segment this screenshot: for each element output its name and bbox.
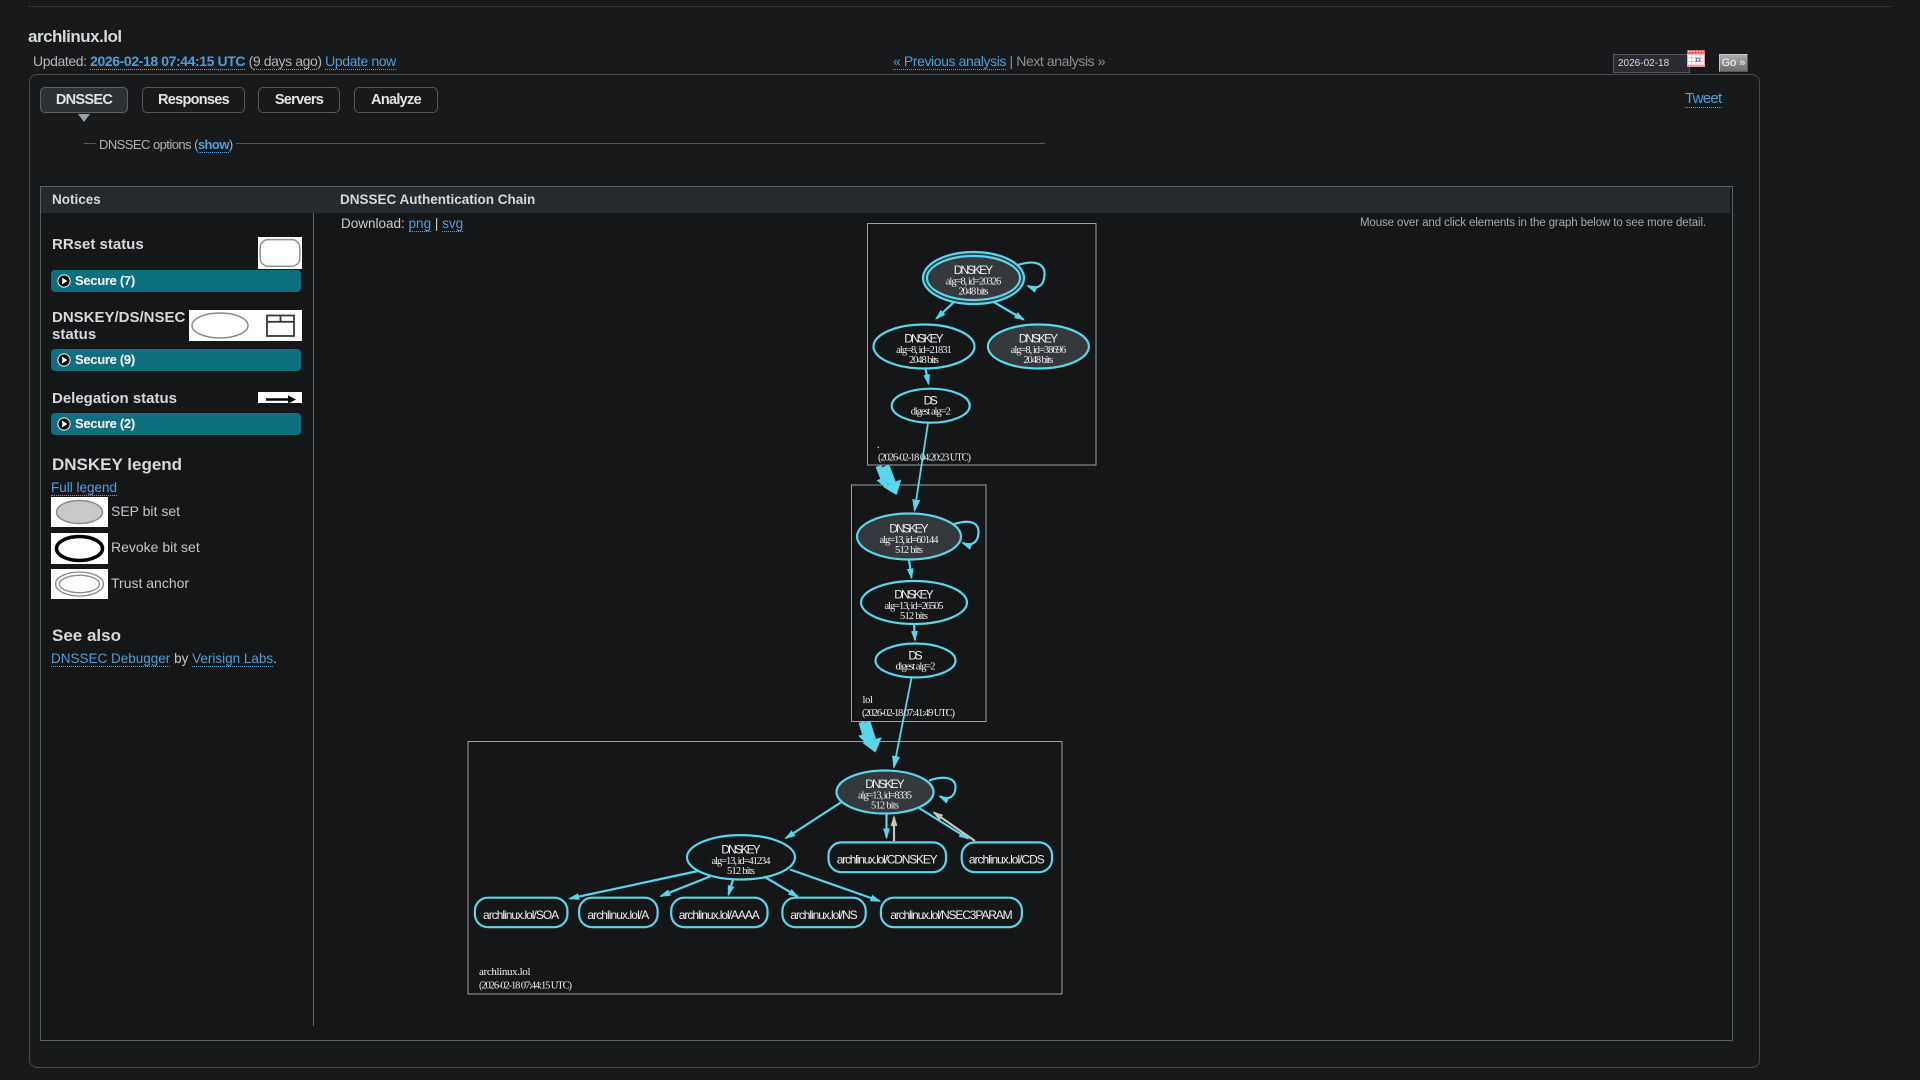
svg-text:lol: lol (863, 695, 874, 706)
svg-text:digest alg=2: digest alg=2 (911, 407, 951, 418)
svg-text:DNSKEY: DNSKEY (721, 842, 760, 856)
svg-text:archlinux.lol/AAAA: archlinux.lol/AAAA (679, 908, 760, 922)
svg-text:DNSKEY: DNSKEY (1019, 332, 1058, 346)
svg-text:.: . (877, 440, 880, 451)
svg-text:digest alg=2: digest alg=2 (896, 662, 936, 673)
svg-text:archlinux.lol: archlinux.lol (479, 966, 531, 978)
svg-text:DS: DS (908, 649, 922, 663)
svg-text:archlinux.lol/SOA: archlinux.lol/SOA (483, 908, 559, 922)
svg-text:DNSKEY: DNSKEY (904, 332, 943, 346)
svg-text:2048 bits: 2048 bits (909, 355, 939, 366)
svg-text:512 bits: 512 bits (900, 611, 928, 622)
svg-text:DNSKEY: DNSKEY (889, 522, 928, 536)
svg-text:archlinux.lol/A: archlinux.lol/A (587, 908, 649, 922)
svg-text:2048 bits: 2048 bits (959, 287, 989, 298)
svg-text:DNSKEY: DNSKEY (865, 777, 904, 791)
svg-text:DNSKEY: DNSKEY (954, 263, 993, 277)
svg-text:(2026-02-18 04:20:23 UTC): (2026-02-18 04:20:23 UTC) (878, 453, 972, 464)
svg-text:archlinux.lol/CDS: archlinux.lol/CDS (969, 852, 1045, 866)
svg-text:512 bits: 512 bits (895, 545, 923, 556)
svg-text:(2026-02-18 07:41:49 UTC): (2026-02-18 07:41:49 UTC) (862, 708, 956, 719)
svg-text:DS: DS (924, 394, 938, 408)
svg-text:512 bits: 512 bits (727, 866, 755, 877)
svg-text:archlinux.lol/NS: archlinux.lol/NS (790, 908, 857, 922)
svg-text:512 bits: 512 bits (871, 801, 899, 812)
svg-text:(2026-02-18 07:44:15 UTC): (2026-02-18 07:44:15 UTC) (479, 981, 573, 992)
svg-text:2048 bits: 2048 bits (1023, 355, 1053, 366)
svg-text:DNSKEY: DNSKEY (894, 588, 933, 602)
svg-text:archlinux.lol/CDNSKEY: archlinux.lol/CDNSKEY (837, 852, 938, 866)
svg-text:archlinux.lol/NSEC3PARAM: archlinux.lol/NSEC3PARAM (890, 908, 1012, 922)
